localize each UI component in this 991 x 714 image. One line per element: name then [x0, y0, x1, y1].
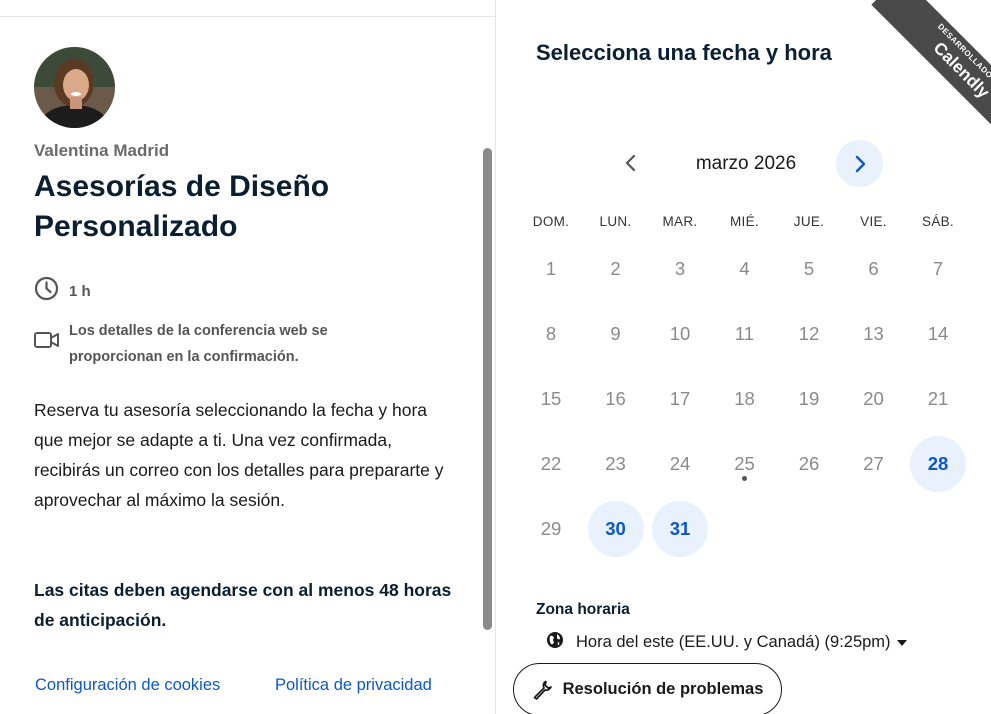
calendar-panel: Selecciona una fecha y hora marzo 2026 Z… — [496, 0, 991, 714]
calendar-day: 6 — [868, 258, 879, 279]
booking-notice: Las citas deben agendarse con al menos 4… — [34, 580, 452, 630]
chevron-right-icon — [855, 155, 865, 172]
event-details-panel: Valentina Madrid Asesorías de Diseño Per… — [0, 0, 495, 714]
calendar-day: 16 — [605, 388, 626, 409]
calendar-day: 7 — [932, 258, 944, 279]
event-description: Reserva tu asesoría seleccionando la fec… — [34, 400, 444, 510]
calendar-day: 11 — [734, 323, 755, 344]
calendar-day-available[interactable]: 31 — [652, 501, 708, 557]
calendar-day: 8 — [545, 323, 557, 344]
calendar-day: 10 — [669, 323, 691, 344]
calendar-day: 24 — [669, 453, 691, 474]
weekday-label: MIÉ. — [730, 214, 759, 229]
calendar-day: 14 — [927, 323, 949, 344]
today-indicator — [742, 476, 747, 481]
weekday-label: VIE. — [860, 214, 887, 229]
calendar-day: 18 — [734, 388, 755, 409]
calendar-day: 22 — [540, 453, 562, 474]
calendar-heading: Selecciona una fecha y hora — [536, 40, 832, 65]
duration-row: 1 h — [34, 276, 91, 306]
conference-note: Los detalles de la conferencia web se pr… — [69, 323, 328, 365]
calendar-day: 20 — [863, 388, 884, 409]
calendar-day: 4 — [739, 258, 750, 279]
troubleshoot-label: Resolución de problemas — [562, 680, 764, 698]
scrollbar[interactable] — [483, 148, 492, 630]
cookie-settings-link[interactable]: Configuración de cookies — [35, 676, 220, 695]
wrench-icon — [533, 680, 552, 700]
timezone-selector[interactable]: Hora del este (EE.UU. y Canadá) (9:25pm) — [546, 631, 907, 654]
conference-row: Los detalles de la conferencia web se pr… — [34, 318, 389, 370]
calendar-day: 19 — [798, 388, 820, 409]
host-name: Valentina Madrid — [34, 141, 170, 160]
calendar-day: 29 — [540, 518, 562, 539]
month-label: marzo 2026 — [695, 153, 797, 174]
weekday-label: DOM. — [532, 214, 570, 229]
calendar-day: 17 — [669, 388, 691, 409]
calendar-day: 12 — [798, 323, 820, 344]
next-month-button[interactable] — [836, 140, 883, 187]
weekday-label: SÁB. — [922, 214, 954, 229]
powered-by-badge[interactable]: DESARROLLADO POR Calendly — [861, 0, 991, 130]
avatar — [34, 47, 115, 128]
weekday-label: JUE. — [793, 214, 825, 229]
weekday-label: LUN. — [599, 214, 632, 229]
event-title: Asesorías de Diseño Personalizado — [34, 170, 330, 243]
calendar-day: 27 — [863, 453, 884, 474]
duration-text: 1 h — [69, 282, 91, 300]
troubleshoot-button[interactable]: Resolución de problemas — [513, 663, 782, 714]
calendar-day: 13 — [863, 323, 884, 344]
calendar-day: 9 — [610, 323, 621, 344]
calendar-day: 1 — [545, 258, 557, 279]
privacy-policy-link[interactable]: Política de privacidad — [275, 676, 432, 695]
video-camera-icon — [34, 330, 59, 370]
calendar-day-available[interactable]: 30 — [587, 501, 644, 557]
previous-month-button[interactable] — [616, 148, 646, 178]
weekday-label: MAR. — [662, 214, 698, 229]
timezone-value: Hora del este (EE.UU. y Canadá) (9:25pm) — [576, 633, 891, 651]
caret-down-icon — [896, 639, 907, 646]
calendar-day: 26 — [798, 453, 820, 474]
globe-icon — [546, 631, 564, 654]
calendar-day: 23 — [605, 453, 626, 474]
calendar-day: 2 — [610, 258, 621, 279]
calendar-day: 5 — [803, 258, 815, 279]
calendar-day-available[interactable]: 28 — [910, 436, 966, 492]
calendar-day: 21 — [927, 388, 949, 409]
calendar-day: 3 — [674, 258, 686, 279]
calendar-day: 15 — [540, 388, 562, 409]
clock-icon — [34, 276, 59, 306]
chevron-left-icon — [625, 154, 636, 172]
calendar-day: 25 — [734, 453, 755, 474]
timezone-label: Zona horaria — [536, 601, 630, 618]
